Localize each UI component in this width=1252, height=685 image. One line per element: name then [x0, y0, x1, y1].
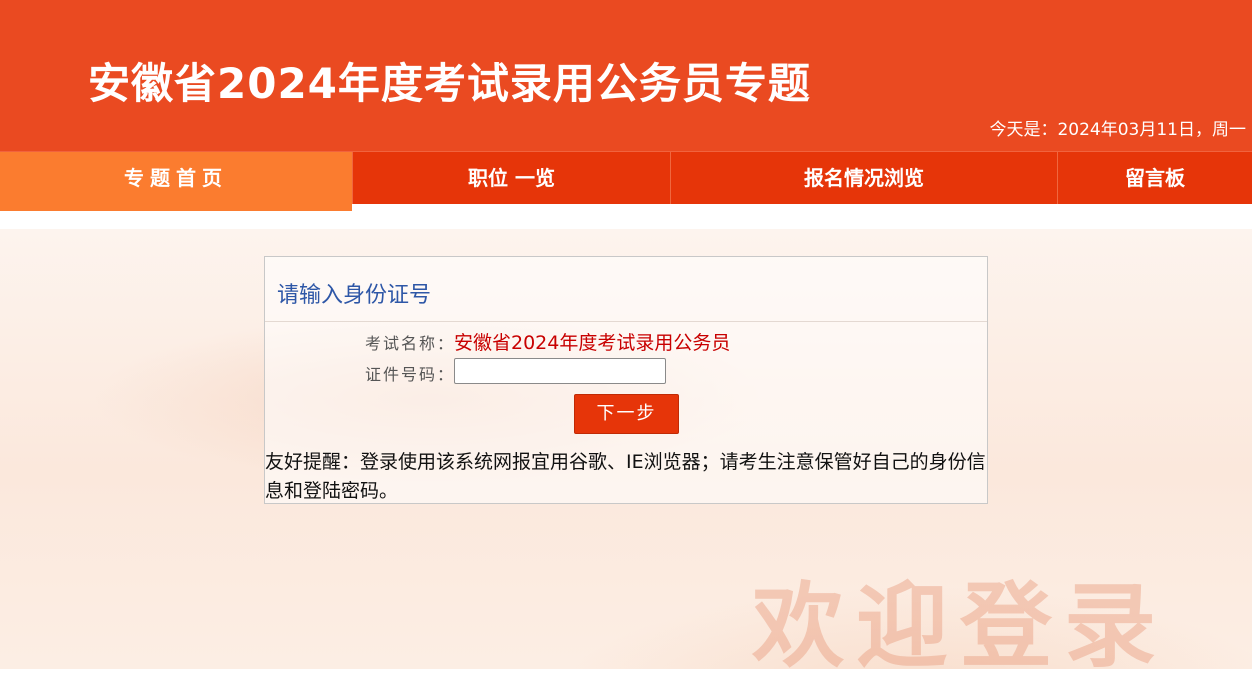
panel-divider [265, 321, 987, 322]
friendly-reminder: 友好提醒：登录使用该系统网报宜用谷歌、IE浏览器；请考生注意保管好自己的身份信息… [265, 451, 986, 502]
panel-title: 请输入身份证号 [277, 283, 432, 308]
date-display: 今天是：2024年03月11日，周一 [989, 120, 1246, 140]
nav-item-message-board[interactable]: 留言板 [1057, 152, 1252, 204]
next-step-button[interactable]: 下一步 [574, 394, 679, 434]
login-panel: 请输入身份证号 考试名称： 安徽省2024年度考试录用公务员 证件号码： 下一步… [264, 256, 988, 504]
site-title: 安徽省2024年度考试录用公务员专题 [88, 59, 811, 108]
site-header: 安徽省2024年度考试录用公务员专题 今天是：2024年03月11日，周一 [0, 0, 1252, 151]
exam-name-value: 安徽省2024年度考试录用公务员 [454, 332, 731, 354]
id-number-input[interactable] [454, 358, 666, 384]
nav-item-positions[interactable]: 职位 一览 [352, 152, 670, 204]
nav-item-home[interactable]: 专题首页 [0, 152, 352, 211]
exam-name-label: 考试名称： [365, 334, 456, 353]
main-nav: 专题首页 职位 一览 报名情况浏览 留言板 [0, 151, 1252, 211]
id-number-label: 证件号码： [365, 365, 456, 384]
nav-item-registration-status[interactable]: 报名情况浏览 [670, 152, 1057, 204]
welcome-watermark: 欢迎登录 [752, 573, 1169, 680]
